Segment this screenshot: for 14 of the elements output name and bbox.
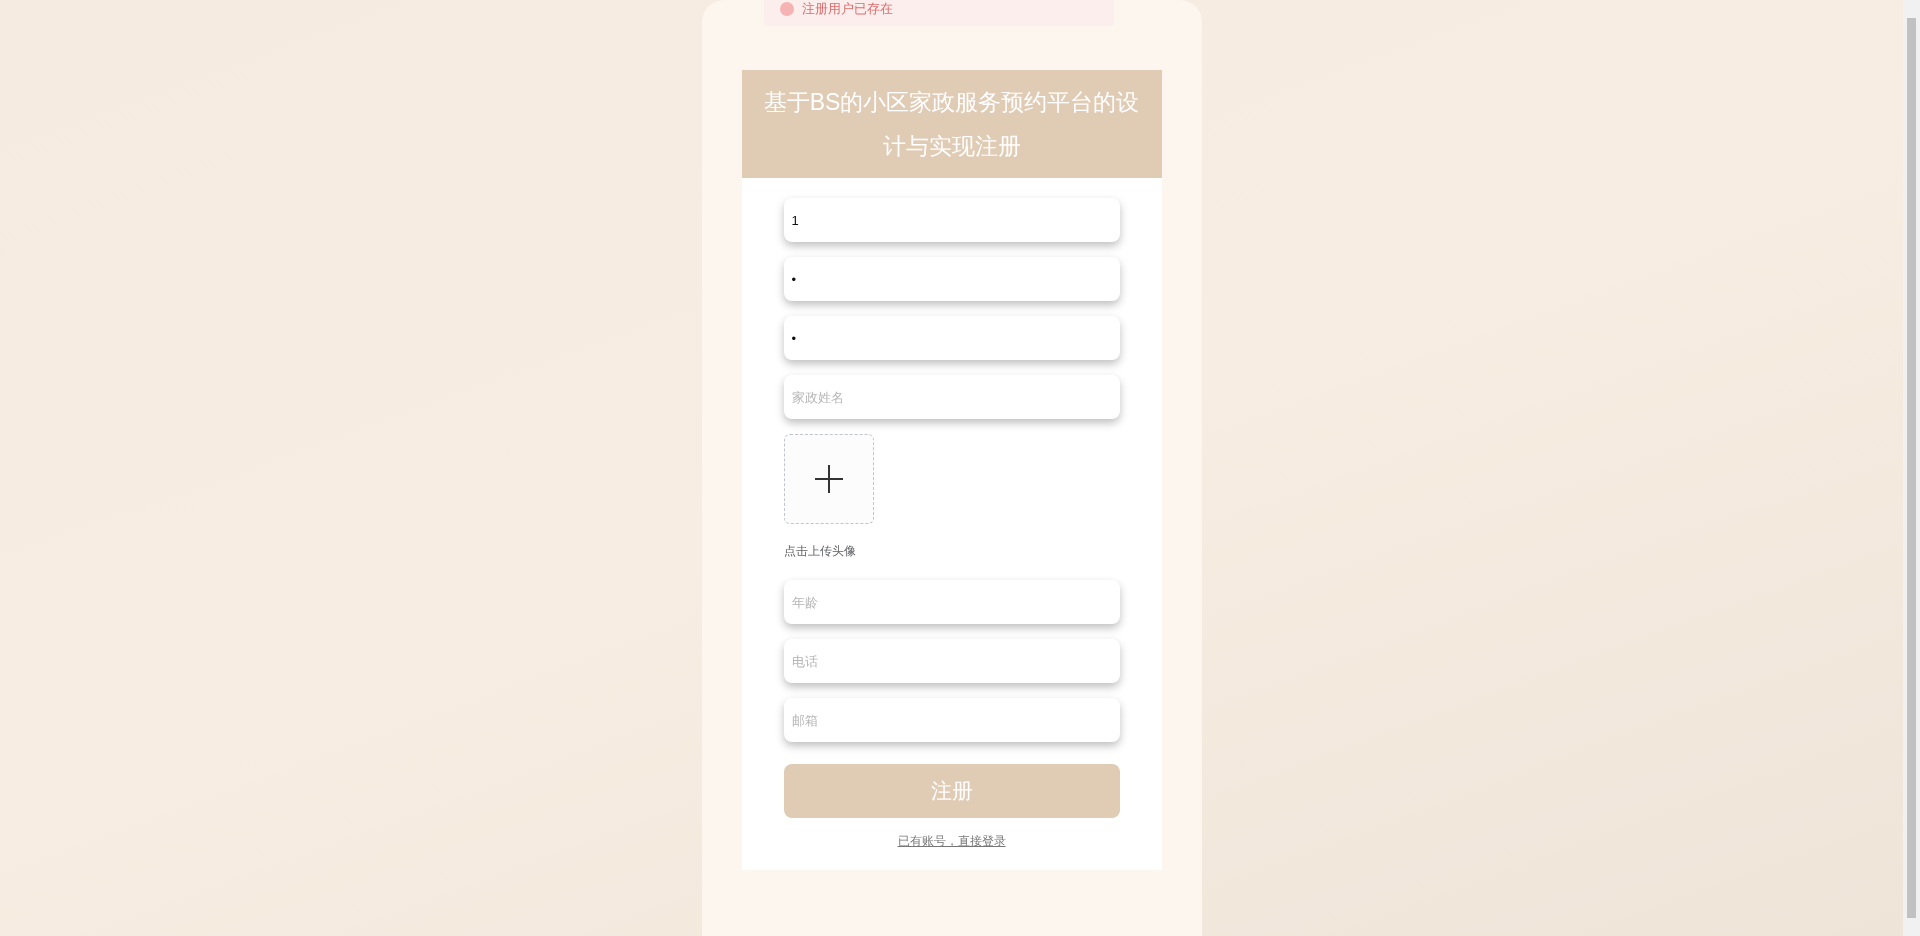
page-title: 基于BS的小区家政服务预约平台的设计与实现注册	[762, 88, 1141, 161]
input-field[interactable]: 电话	[783, 639, 1120, 683]
input-field[interactable]: •	[783, 316, 1120, 360]
input-field[interactable]: 邮箱	[783, 698, 1120, 742]
input-field[interactable]: 1	[783, 198, 1120, 242]
login-link[interactable]: 已有账号，直接登录	[897, 832, 1006, 850]
input-field[interactable]: •	[783, 257, 1120, 301]
input-field[interactable]: 家政姓名	[783, 375, 1120, 419]
toast-text: 注册用户已存在	[801, 0, 893, 19]
error-icon	[779, 2, 794, 16]
input-field[interactable]: 年龄	[783, 580, 1120, 624]
upload-box[interactable]	[783, 434, 874, 524]
upload-label: 点击上传头像	[783, 543, 857, 560]
plus-icon	[814, 465, 843, 493]
